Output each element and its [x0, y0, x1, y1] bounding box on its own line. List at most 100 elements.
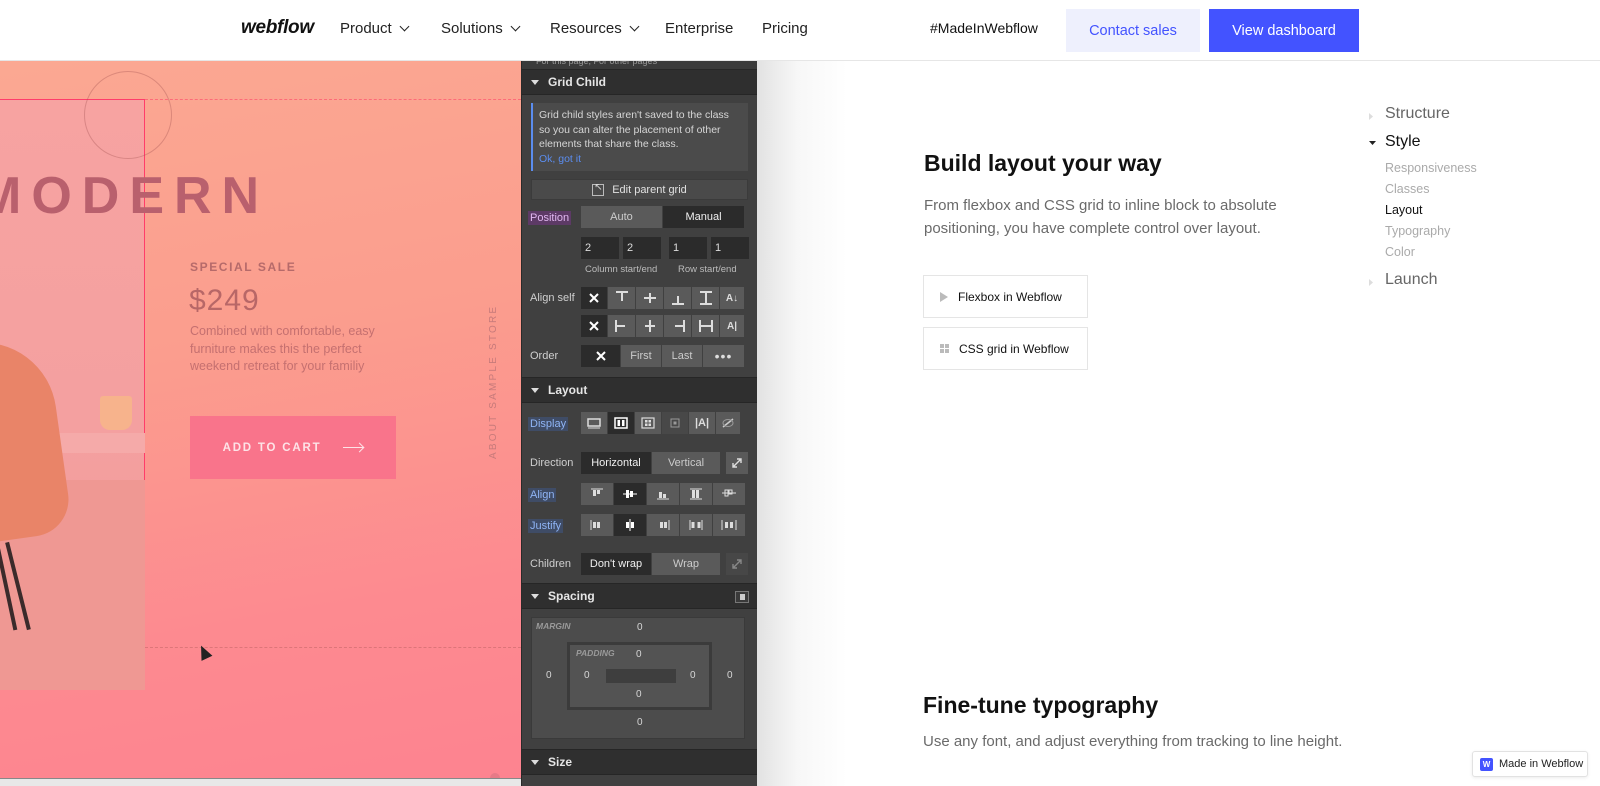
justify-self-baseline-button[interactable]: A|: [720, 315, 745, 337]
margin-left-value[interactable]: 0: [546, 670, 552, 681]
padding-top-value[interactable]: 0: [636, 649, 642, 660]
contact-sales-button[interactable]: Contact sales: [1066, 9, 1200, 52]
toc-structure[interactable]: Structure: [1369, 105, 1477, 133]
grid-child-section-header[interactable]: Grid Child: [522, 69, 757, 95]
justify-self-stretch-button[interactable]: [692, 315, 720, 337]
hero-heading: MODERN: [0, 167, 270, 225]
layout-section-header[interactable]: Layout: [522, 377, 757, 403]
justify-around-button[interactable]: [713, 514, 746, 536]
toc-launch-label: Launch: [1385, 271, 1438, 288]
toc-item-layout[interactable]: Layout: [1385, 203, 1477, 224]
caret-down-icon: [531, 79, 539, 85]
align-stretch-button[interactable]: [680, 483, 713, 505]
align-center-button[interactable]: [614, 483, 647, 505]
wrap-button[interactable]: Wrap: [652, 553, 721, 575]
toc-item-classes[interactable]: Classes: [1385, 182, 1477, 203]
align-self-none-button[interactable]: [581, 287, 608, 309]
nav-resources[interactable]: Resources: [550, 20, 640, 37]
align-start-button[interactable]: [581, 483, 614, 505]
margin-top-value[interactable]: 0: [637, 622, 643, 633]
align-items-end-icon: [657, 492, 669, 500]
caret-down-icon: [1369, 141, 1376, 145]
justify-self-center-button[interactable]: [636, 315, 664, 337]
top-nav: webflow Product Solutions Resources Ente…: [0, 0, 1600, 61]
ok-got-it-link[interactable]: Ok, got it: [539, 152, 741, 167]
toc-item-responsiveness[interactable]: Responsiveness: [1385, 161, 1477, 182]
flexbox-link-card[interactable]: Flexbox in Webflow: [923, 275, 1088, 318]
position-manual-button[interactable]: Manual: [663, 206, 745, 228]
justify-between-button[interactable]: [680, 514, 713, 536]
dont-wrap-button[interactable]: Don't wrap: [581, 553, 652, 575]
nav-pricing-label: Pricing: [762, 20, 808, 37]
made-in-webflow-badge[interactable]: W Made in Webflow: [1472, 751, 1588, 777]
made-in-webflow-link[interactable]: #MadeInWebflow: [930, 20, 1038, 36]
column-end-input[interactable]: [623, 237, 661, 259]
nav-product[interactable]: Product: [340, 20, 410, 37]
display-inline-block-button[interactable]: [662, 412, 689, 434]
align-self-center-button[interactable]: [636, 287, 664, 309]
align-self-stretch-button[interactable]: [692, 287, 720, 309]
order-none-button[interactable]: [581, 345, 621, 367]
justify-start-button[interactable]: [581, 514, 614, 536]
padding-left-value[interactable]: 0: [584, 670, 590, 681]
view-dashboard-button[interactable]: View dashboard: [1209, 9, 1359, 52]
section-text-typography: Use any font, and adjust everything from…: [923, 733, 1343, 750]
margin-right-value[interactable]: 0: [727, 670, 733, 681]
nav-enterprise[interactable]: Enterprise: [665, 20, 733, 37]
toc-style[interactable]: Style: [1369, 133, 1477, 161]
arrow-up-left-icon: [592, 182, 605, 196]
justify-around-icon: [721, 520, 737, 530]
display-inline-button[interactable]: |A|: [689, 412, 716, 434]
nav-solutions[interactable]: Solutions: [441, 20, 521, 37]
position-auto-button[interactable]: Auto: [581, 206, 663, 228]
display-row: Display |A|: [522, 412, 757, 452]
align-baseline-button[interactable]: [713, 483, 746, 505]
spacing-section-header[interactable]: Spacing: [522, 583, 757, 609]
about-store-vertical-text[interactable]: ABOUT SAMPLE STORE: [488, 305, 499, 459]
padding-right-value[interactable]: 0: [690, 670, 696, 681]
edit-parent-grid-label: Edit parent grid: [612, 183, 687, 196]
toc-item-color[interactable]: Color: [1385, 245, 1477, 266]
edit-parent-grid-button[interactable]: Edit parent grid: [531, 179, 748, 200]
toc-launch[interactable]: Launch: [1369, 271, 1477, 299]
reverse-wrap-button[interactable]: [726, 553, 749, 575]
padding-bottom-value[interactable]: 0: [636, 689, 642, 700]
caret-down-icon: [531, 387, 539, 393]
column-start-input[interactable]: [581, 237, 619, 259]
align-end-button[interactable]: [647, 483, 680, 505]
size-section-header[interactable]: Size: [522, 749, 757, 775]
display-block-button[interactable]: [581, 412, 608, 434]
side-text-container: ABOUT SAMPLE STORE: [488, 305, 499, 460]
align-self-end-button[interactable]: [664, 287, 692, 309]
justify-end-button[interactable]: [647, 514, 680, 536]
direction-vertical-button[interactable]: Vertical: [652, 452, 721, 474]
justify-center-button[interactable]: [614, 514, 647, 536]
order-last-button[interactable]: Last: [662, 345, 703, 367]
margin-bottom-value[interactable]: 0: [637, 717, 643, 728]
display-grid-button[interactable]: [635, 412, 662, 434]
display-none-button[interactable]: [716, 412, 741, 434]
display-flex-button[interactable]: [608, 412, 635, 434]
spacing-toggle-icon[interactable]: [735, 591, 749, 603]
order-more-button[interactable]: •••: [703, 345, 745, 367]
css-grid-link-card[interactable]: CSS grid in Webflow: [923, 327, 1088, 370]
justify-self-end-button[interactable]: [664, 315, 692, 337]
webflow-logo[interactable]: webflow: [241, 17, 314, 39]
row-end-input[interactable]: [711, 237, 749, 259]
row-start-input[interactable]: [669, 237, 707, 259]
panel-shadow: [757, 61, 847, 786]
section-title: Layout: [548, 383, 588, 397]
direction-horizontal-button[interactable]: Horizontal: [581, 452, 652, 474]
align-self-baseline-button[interactable]: A↓: [720, 287, 745, 309]
justify-self-none-button[interactable]: [581, 315, 608, 337]
nav-pricing[interactable]: Pricing: [762, 20, 808, 37]
justify-self-start-button[interactable]: [608, 315, 636, 337]
block-icon: [587, 418, 601, 429]
add-to-cart-button[interactable]: ADD TO CART: [190, 416, 396, 479]
reverse-direction-button[interactable]: [726, 452, 749, 474]
align-self-start-button[interactable]: [608, 287, 636, 309]
justify-left-icon: [614, 320, 625, 332]
toc-item-typography[interactable]: Typography: [1385, 224, 1477, 245]
baseline-vertical-icon: A|: [726, 320, 738, 332]
order-first-button[interactable]: First: [621, 345, 662, 367]
